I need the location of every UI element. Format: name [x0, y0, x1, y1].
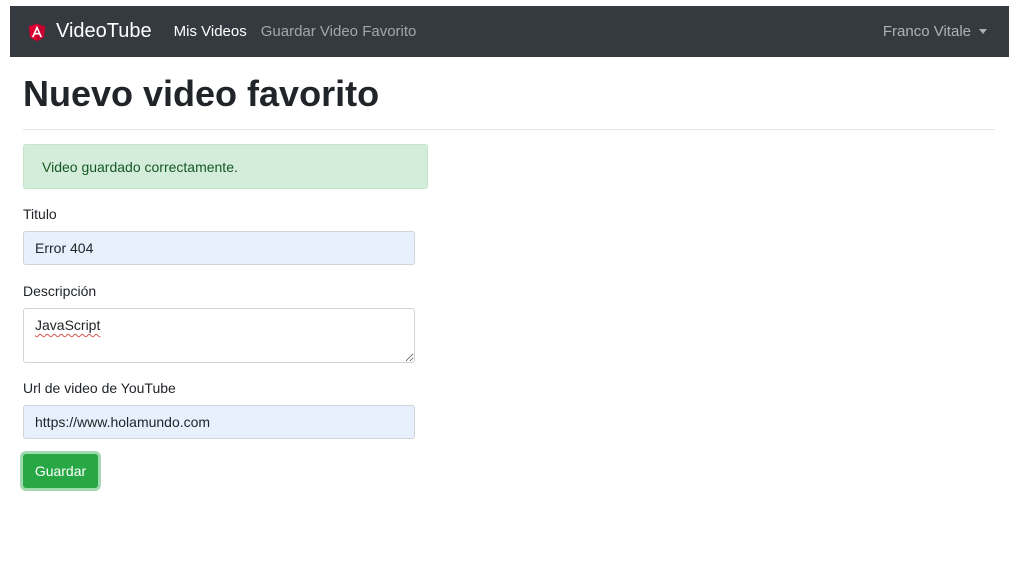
- caret-down-icon: [979, 29, 987, 34]
- title-divider: [23, 129, 995, 130]
- guardar-button[interactable]: Guardar: [23, 454, 98, 488]
- page-title: Nuevo video favorito: [23, 73, 380, 114]
- alert-message: Video guardado correctamente.: [42, 158, 238, 175]
- titulo-label: Titulo: [23, 206, 57, 222]
- descripcion-label: Descripción: [23, 283, 97, 299]
- top-navbar: VideoTube Mis Videos Guardar Video Favor…: [10, 6, 1009, 57]
- angular-logo-icon: [28, 23, 46, 41]
- user-name: Franco Vitale: [882, 23, 971, 40]
- brand-link[interactable]: VideoTube: [26, 20, 152, 44]
- nav-guardar-video-favorito[interactable]: Guardar Video Favorito: [261, 23, 417, 40]
- nav-mis-videos[interactable]: Mis Videos: [174, 23, 247, 40]
- titulo-input[interactable]: [23, 231, 415, 265]
- user-dropdown[interactable]: Franco Vitale: [883, 23, 987, 40]
- url-label: Url de video de YouTube: [23, 380, 176, 396]
- url-input[interactable]: [23, 405, 415, 439]
- success-alert: Video guardado correctamente.: [23, 144, 428, 189]
- brand-name: VideoTube: [56, 20, 152, 42]
- descripcion-textarea[interactable]: JavaScript: [23, 308, 415, 363]
